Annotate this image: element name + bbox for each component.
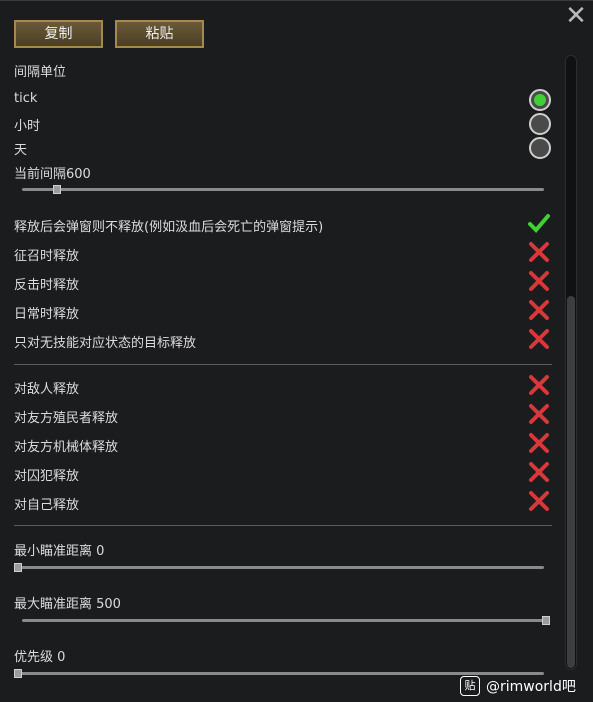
- check-icon[interactable]: [528, 212, 550, 234]
- scrollbar-thumb[interactable]: [567, 296, 575, 668]
- priority-label: 优先级 0: [14, 650, 66, 665]
- cross-icon[interactable]: [528, 299, 550, 321]
- cross-icon[interactable]: [528, 432, 550, 454]
- toggle-label-no-status: 只对无技能对应状态的目标释放: [14, 336, 197, 351]
- min-distance-label: 最小瞄准距离 0: [14, 544, 105, 559]
- current-interval-label: 当前间隔600: [14, 167, 91, 182]
- radio-day[interactable]: [529, 137, 551, 159]
- radio-hour[interactable]: [529, 113, 551, 135]
- priority-slider-handle[interactable]: [14, 669, 22, 678]
- min-distance-slider-track[interactable]: [14, 566, 544, 569]
- toggle-label-colonist: 对友方殖民者释放: [14, 411, 119, 426]
- radio-tick[interactable]: [529, 89, 551, 111]
- toggle-label-counter: 反击时释放: [14, 278, 80, 293]
- radio-label-day: 天: [14, 143, 28, 158]
- interval-slider-track[interactable]: [22, 188, 544, 191]
- toggle-label-daily: 日常时释放: [14, 307, 80, 322]
- max-distance-slider-handle[interactable]: [542, 616, 550, 625]
- divider: [14, 364, 552, 365]
- copy-button[interactable]: 复制: [14, 20, 103, 48]
- tieba-icon: 贴: [460, 676, 480, 696]
- paste-button[interactable]: 粘贴: [115, 20, 204, 48]
- toggle-label-popup: 释放后会弹窗则不释放(例如汲血后会死亡的弹窗提示): [14, 220, 324, 235]
- toggle-label-mech: 对友方机械体释放: [14, 440, 119, 455]
- radio-label-hour: 小时: [14, 119, 41, 134]
- divider: [14, 525, 552, 526]
- cross-icon[interactable]: [528, 241, 550, 263]
- radio-label-tick: tick: [14, 91, 38, 106]
- priority-slider-track[interactable]: [14, 672, 544, 675]
- settings-dialog: ✕ 复制 粘贴 间隔单位 tick 小时 天 当前间隔600 释放后会弹窗则不释…: [0, 0, 593, 702]
- cross-icon[interactable]: [528, 328, 550, 350]
- scrollbar[interactable]: [565, 55, 577, 670]
- interval-slider-handle[interactable]: [52, 185, 61, 194]
- cross-icon[interactable]: [528, 403, 550, 425]
- watermark: 贴 @rimworld吧: [460, 676, 576, 696]
- toggle-label-self: 对自己释放: [14, 498, 80, 513]
- max-distance-label: 最大瞄准距离 500: [14, 597, 121, 612]
- cross-icon[interactable]: [528, 374, 550, 396]
- close-icon[interactable]: ✕: [565, 3, 587, 29]
- cross-icon[interactable]: [528, 490, 550, 512]
- watermark-text: @rimworld吧: [486, 679, 576, 695]
- interval-unit-title: 间隔单位: [14, 65, 67, 80]
- max-distance-slider-track[interactable]: [22, 619, 550, 622]
- min-distance-slider-handle[interactable]: [14, 563, 22, 572]
- cross-icon[interactable]: [528, 270, 550, 292]
- toggle-label-drafted: 征召时释放: [14, 249, 80, 264]
- toggle-label-prisoner: 对囚犯释放: [14, 469, 80, 484]
- toggle-label-enemy: 对敌人释放: [14, 382, 80, 397]
- cross-icon[interactable]: [528, 461, 550, 483]
